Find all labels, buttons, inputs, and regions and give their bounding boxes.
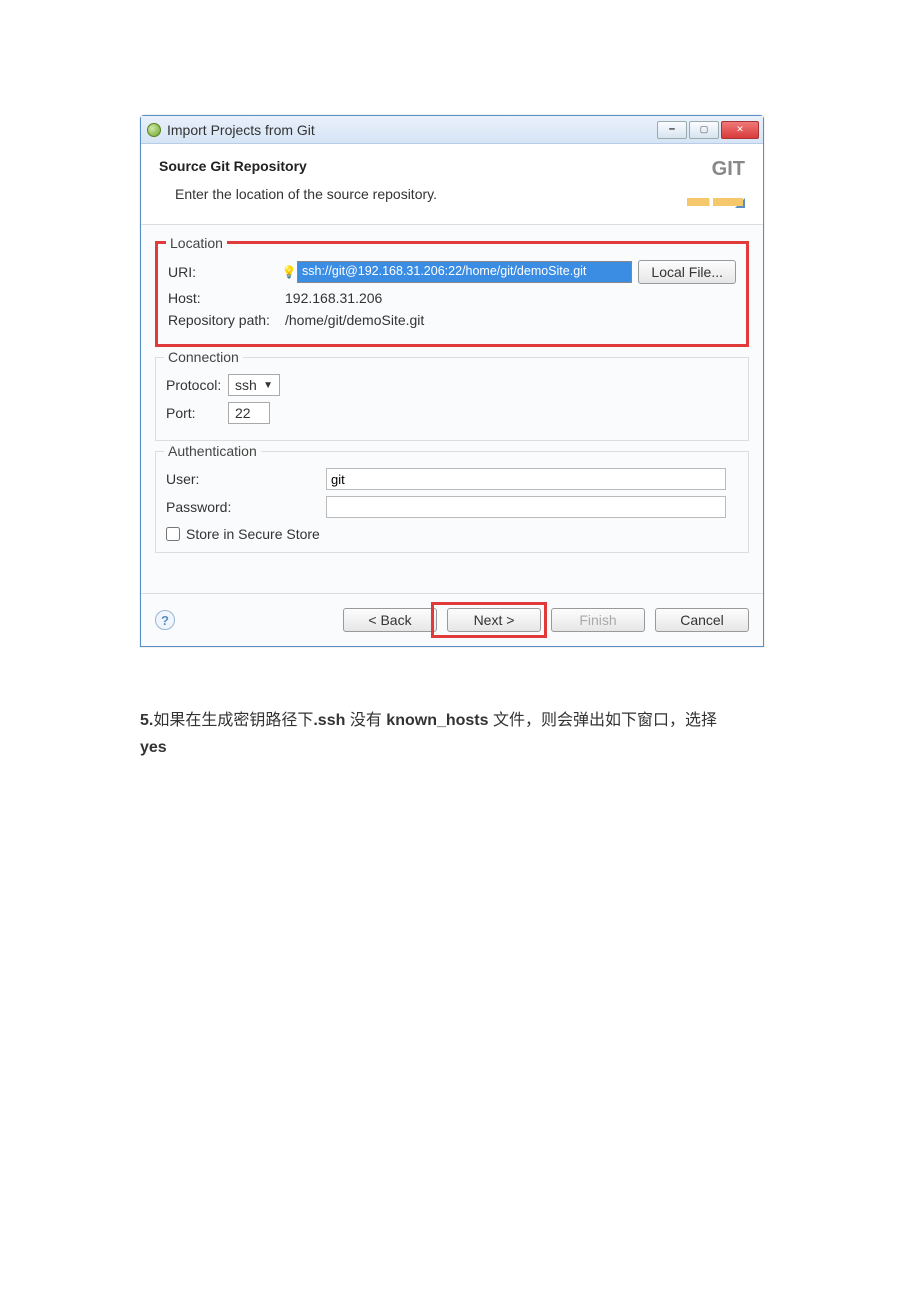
dialog-footer: ? < Back Next > Finish Cancel [141, 593, 763, 646]
location-group: Location URI: 💡 ssh://git@192.168.31.206… [155, 241, 749, 347]
window-controls: ━ ▢ ✕ [655, 121, 759, 139]
close-button[interactable]: ✕ [721, 121, 759, 139]
eclipse-icon [147, 123, 161, 137]
repo-path-label: Repository path: [168, 312, 283, 328]
uri-field[interactable]: ssh://git@192.168.31.206:22/home/git/dem… [297, 261, 632, 283]
store-secure-label: Store in Secure Store [186, 526, 320, 542]
help-icon[interactable]: ? [155, 610, 175, 630]
maximize-button[interactable]: ▢ [689, 121, 719, 139]
password-label: Password: [166, 499, 326, 515]
host-label: Host: [168, 290, 283, 306]
connection-group: Connection Protocol: ssh ▼ Port: 22 [155, 357, 749, 441]
page-subtitle: Enter the location of the source reposit… [159, 186, 437, 202]
location-legend: Location [166, 235, 227, 251]
local-file-button[interactable]: Local File... [638, 260, 736, 284]
uri-label: URI: [168, 264, 283, 280]
connection-legend: Connection [164, 349, 243, 365]
dialog-window: Import Projects from Git ━ ▢ ✕ Source Gi… [140, 115, 764, 647]
window-title: Import Projects from Git [167, 122, 315, 138]
document-instruction: 5.如果在生成密钥路径下.ssh 没有 known_hosts 文件，则会弹出如… [140, 707, 800, 761]
store-secure-checkbox[interactable] [166, 527, 180, 541]
dialog-content: Location URI: 💡 ssh://git@192.168.31.206… [141, 225, 763, 593]
host-field[interactable]: 192.168.31.206 [283, 290, 736, 306]
chevron-down-icon: ▼ [263, 380, 273, 391]
finish-button: Finish [551, 608, 645, 632]
authentication-group: Authentication User: Password: Store in … [155, 451, 749, 553]
git-badge-icon: GIT [687, 158, 745, 208]
user-field[interactable] [326, 468, 726, 490]
back-button[interactable]: < Back [343, 608, 437, 632]
repo-path-field[interactable]: /home/git/demoSite.git [283, 312, 736, 328]
user-label: User: [166, 471, 326, 487]
resize-triangle-icon [735, 198, 745, 208]
port-label: Port: [166, 405, 228, 421]
lightbulb-icon: 💡 [283, 264, 295, 280]
password-field[interactable] [326, 496, 726, 518]
cancel-button[interactable]: Cancel [655, 608, 749, 632]
port-field[interactable]: 22 [228, 402, 270, 424]
titlebar-title-area: Import Projects from Git [147, 122, 655, 138]
page-title: Source Git Repository [159, 158, 437, 174]
next-highlight: Next > [437, 608, 541, 632]
dialog-header: Source Git Repository Enter the location… [141, 144, 763, 225]
protocol-select[interactable]: ssh ▼ [228, 374, 280, 396]
protocol-label: Protocol: [166, 377, 228, 393]
titlebar[interactable]: Import Projects from Git ━ ▢ ✕ [141, 116, 763, 144]
auth-legend: Authentication [164, 443, 261, 459]
minimize-button[interactable]: ━ [657, 121, 687, 139]
next-button[interactable]: Next > [447, 608, 541, 632]
